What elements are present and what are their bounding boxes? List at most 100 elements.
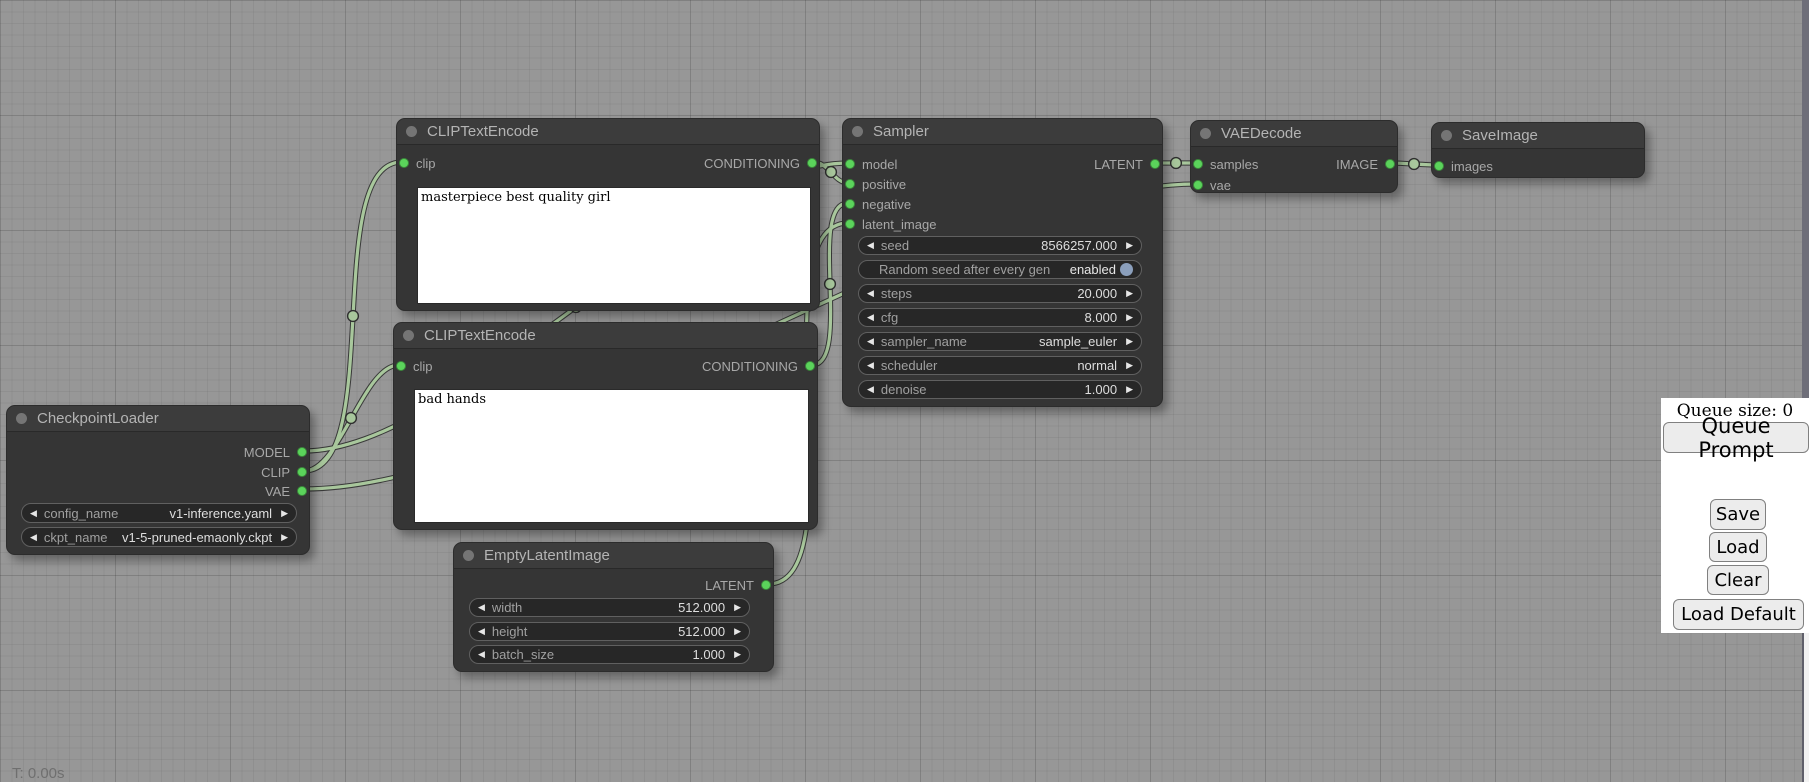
slot-dot-icon[interactable] [845, 159, 855, 169]
negative-prompt-textarea[interactable]: bad hands [414, 389, 809, 523]
input-slot-model[interactable]: model [845, 154, 897, 174]
node-checkpoint-loader[interactable]: CheckpointLoader MODEL CLIP VAE ◀ config… [6, 405, 310, 555]
right-arrow-icon[interactable]: ▶ [1126, 384, 1133, 395]
right-arrow-icon[interactable]: ▶ [734, 626, 741, 637]
left-arrow-icon[interactable]: ◀ [30, 532, 37, 543]
input-slot-images[interactable]: images [1434, 156, 1493, 176]
widget-denoise[interactable]: ◀ denoise 1.000 ▶ [858, 380, 1142, 399]
output-slot-model[interactable]: MODEL [244, 442, 307, 462]
right-arrow-icon[interactable]: ▶ [734, 602, 741, 613]
load-button[interactable]: Load [1709, 532, 1767, 562]
positive-prompt-textarea[interactable]: masterpiece best quality girl [417, 187, 811, 304]
left-arrow-icon[interactable]: ◀ [478, 649, 485, 660]
right-arrow-icon[interactable]: ▶ [734, 649, 741, 660]
widget-height[interactable]: ◀ height 512.000 ▶ [469, 622, 750, 641]
collapse-dot-icon[interactable] [852, 126, 863, 137]
left-arrow-icon[interactable]: ◀ [867, 360, 874, 371]
node-vae-decode[interactable]: VAEDecode samples vae IMAGE [1190, 120, 1398, 193]
slot-dot-icon[interactable] [399, 158, 409, 168]
node-title-bar[interactable]: SaveImage [1432, 123, 1644, 149]
right-arrow-icon[interactable]: ▶ [1126, 360, 1133, 371]
slot-dot-icon[interactable] [1434, 161, 1444, 171]
slot-dot-icon[interactable] [845, 179, 855, 189]
node-title-bar[interactable]: CheckpointLoader [7, 406, 309, 432]
output-slot-latent[interactable]: LATENT [705, 575, 771, 595]
node-title-bar[interactable]: CLIPTextEncode [397, 119, 819, 145]
right-arrow-icon[interactable]: ▶ [1126, 312, 1133, 323]
input-slot-latent-image[interactable]: latent_image [845, 214, 936, 234]
slot-dot-icon[interactable] [297, 486, 307, 496]
left-arrow-icon[interactable]: ◀ [867, 288, 874, 299]
widget-ckpt-name[interactable]: ◀ ckpt_name v1-5-pruned-emaonly.ckpt ▶ [21, 527, 297, 547]
input-slot-positive[interactable]: positive [845, 174, 906, 194]
slot-dot-icon[interactable] [845, 199, 855, 209]
collapse-dot-icon[interactable] [403, 330, 414, 341]
input-slot-clip[interactable]: clip [396, 356, 433, 376]
node-empty-latent-image[interactable]: EmptyLatentImage LATENT ◀ width 512.000 … [453, 542, 774, 672]
input-slot-negative[interactable]: negative [845, 194, 911, 214]
slot-dot-icon[interactable] [1385, 159, 1395, 169]
slot-dot-icon[interactable] [805, 361, 815, 371]
node-clip-text-encode-negative[interactable]: CLIPTextEncode clip CONDITIONING bad han… [393, 322, 818, 530]
output-slot-vae[interactable]: VAE [265, 481, 307, 501]
node-title: SaveImage [1462, 127, 1538, 144]
node-title-bar[interactable]: CLIPTextEncode [394, 323, 817, 349]
output-slot-conditioning[interactable]: CONDITIONING [704, 153, 817, 173]
left-arrow-icon[interactable]: ◀ [867, 384, 874, 395]
slot-dot-icon[interactable] [297, 467, 307, 477]
left-arrow-icon[interactable]: ◀ [867, 336, 874, 347]
slot-dot-icon[interactable] [396, 361, 406, 371]
left-arrow-icon[interactable]: ◀ [867, 312, 874, 323]
queue-prompt-button[interactable]: Queue Prompt [1663, 422, 1809, 453]
slot-dot-icon[interactable] [297, 447, 307, 457]
collapse-dot-icon[interactable] [1200, 128, 1211, 139]
right-arrow-icon[interactable]: ▶ [1126, 240, 1133, 251]
toggle-circle-icon[interactable] [1120, 263, 1133, 276]
collapse-dot-icon[interactable] [1441, 130, 1452, 141]
scrollbar-track[interactable] [1802, 0, 1809, 782]
widget-sampler-name[interactable]: ◀ sampler_name sample_euler ▶ [858, 332, 1142, 351]
widget-random-seed-toggle[interactable]: Random seed after every gen enabled [858, 260, 1142, 279]
right-arrow-icon[interactable]: ▶ [281, 532, 288, 543]
node-title-bar[interactable]: Sampler [843, 119, 1162, 145]
widget-config-name[interactable]: ◀ config_name v1-inference.yaml ▶ [21, 503, 297, 523]
slot-dot-icon[interactable] [807, 158, 817, 168]
slot-dot-icon[interactable] [1150, 159, 1160, 169]
slot-dot-icon[interactable] [1193, 159, 1203, 169]
slot-dot-icon[interactable] [845, 219, 855, 229]
slot-dot-icon[interactable] [1193, 180, 1203, 190]
output-slot-conditioning[interactable]: CONDITIONING [702, 356, 815, 376]
scrollbar-thumb[interactable] [1802, 0, 1809, 398]
node-title-bar[interactable]: EmptyLatentImage [454, 543, 773, 569]
clear-button[interactable]: Clear [1707, 565, 1769, 595]
widget-batch-size[interactable]: ◀ batch_size 1.000 ▶ [469, 645, 750, 664]
load-default-button[interactable]: Load Default [1673, 599, 1804, 630]
output-slot-clip[interactable]: CLIP [261, 462, 307, 482]
left-arrow-icon[interactable]: ◀ [30, 508, 37, 519]
right-arrow-icon[interactable]: ▶ [1126, 288, 1133, 299]
left-arrow-icon[interactable]: ◀ [867, 240, 874, 251]
right-arrow-icon[interactable]: ▶ [281, 508, 288, 519]
collapse-dot-icon[interactable] [16, 413, 27, 424]
save-button[interactable]: Save [1710, 499, 1766, 530]
input-slot-clip[interactable]: clip [399, 153, 436, 173]
widget-scheduler[interactable]: ◀ scheduler normal ▶ [858, 356, 1142, 375]
collapse-dot-icon[interactable] [463, 550, 474, 561]
node-clip-text-encode-positive[interactable]: CLIPTextEncode clip CONDITIONING masterp… [396, 118, 820, 311]
left-arrow-icon[interactable]: ◀ [478, 626, 485, 637]
node-sampler[interactable]: Sampler model positive negative latent_i… [842, 118, 1163, 407]
input-slot-samples[interactable]: samples [1193, 154, 1258, 174]
output-slot-latent[interactable]: LATENT [1094, 154, 1160, 174]
right-arrow-icon[interactable]: ▶ [1126, 336, 1133, 347]
slot-dot-icon[interactable] [761, 580, 771, 590]
left-arrow-icon[interactable]: ◀ [478, 602, 485, 613]
node-title-bar[interactable]: VAEDecode [1191, 121, 1397, 147]
collapse-dot-icon[interactable] [406, 126, 417, 137]
widget-cfg[interactable]: ◀ cfg 8.000 ▶ [858, 308, 1142, 327]
node-save-image[interactable]: SaveImage images [1431, 122, 1645, 178]
widget-seed[interactable]: ◀ seed 8566257.000 ▶ [858, 236, 1142, 255]
output-slot-image[interactable]: IMAGE [1336, 154, 1395, 174]
widget-width[interactable]: ◀ width 512.000 ▶ [469, 598, 750, 617]
widget-steps[interactable]: ◀ steps 20.000 ▶ [858, 284, 1142, 303]
input-slot-vae[interactable]: vae [1193, 175, 1231, 195]
